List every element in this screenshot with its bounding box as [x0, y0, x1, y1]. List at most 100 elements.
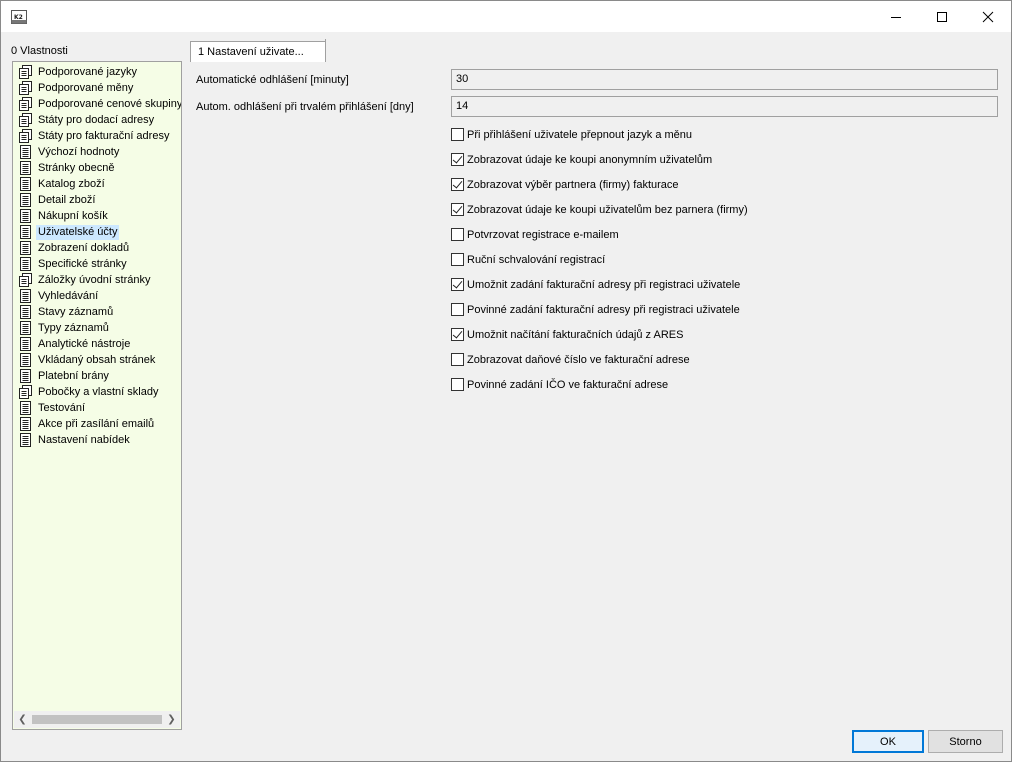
checkbox-unchecked[interactable] — [451, 128, 464, 141]
document-stack-icon — [19, 97, 36, 111]
maximize-icon — [937, 11, 947, 22]
checkbox-row[interactable]: Potvrzovat registrace e-mailem — [451, 227, 619, 242]
tree-item[interactable]: Záložky úvodní stránky — [19, 272, 153, 288]
checkbox-checked[interactable] — [451, 278, 464, 291]
document-icon — [19, 433, 36, 447]
tree-item[interactable]: Typy záznamů — [19, 320, 111, 336]
tree-item[interactable]: Platební brány — [19, 368, 111, 384]
checkbox-row[interactable]: Umožnit zadání fakturační adresy při reg… — [451, 277, 740, 292]
document-icon — [19, 401, 36, 415]
scroll-left-icon[interactable]: ❮ — [14, 711, 31, 728]
tree-item[interactable]: Podporované cenové skupiny — [19, 96, 181, 112]
tree-item-label: Vyhledávání — [38, 289, 99, 302]
k2-app-icon: K2 — [11, 10, 27, 24]
minimize-button[interactable] — [873, 1, 919, 32]
checkbox-row[interactable]: Zobrazovat údaje ke koupi uživatelům bez… — [451, 202, 748, 217]
cancel-button[interactable]: Storno — [928, 730, 1003, 753]
checkbox-unchecked[interactable] — [451, 253, 464, 266]
document-stack-icon — [19, 273, 36, 287]
tab-user-settings[interactable]: 1 Nastavení uživate... — [190, 41, 326, 62]
tree-item[interactable]: Vkládaný obsah stránek — [19, 352, 157, 368]
properties-tree[interactable]: Nastavení nabídek Akce při zasílání email… — [12, 61, 182, 730]
auto-logout-minutes-input[interactable]: 30 — [451, 69, 998, 90]
checkbox-label: Povinné zadání IČO ve fakturační adrese — [467, 378, 669, 391]
tree-item[interactable]: Detail zboží — [19, 192, 97, 208]
tree-item[interactable]: Státy pro fakturační adresy — [19, 128, 171, 144]
document-stack-icon — [19, 385, 36, 399]
properties-panel-label: 0 Vlastnosti — [11, 45, 68, 57]
checkbox-unchecked[interactable] — [451, 303, 464, 316]
tree-item[interactable]: Testování — [19, 400, 87, 416]
tree-item[interactable]: Stavy záznamů — [19, 304, 115, 320]
horizontal-scrollbar[interactable]: ❮ ❯ — [14, 711, 180, 728]
tree-item-label: Výchozí hodnoty — [38, 145, 120, 158]
tree-item-label: Platební brány — [38, 369, 109, 382]
checkbox-label: Potvrzovat registrace e-mailem — [467, 228, 619, 241]
maximize-button[interactable] — [919, 1, 965, 32]
tree-item[interactable]: Uživatelské účty — [19, 224, 120, 240]
checkbox-label: Ruční schvalování registrací — [467, 253, 606, 266]
close-icon — [982, 11, 994, 22]
document-stack-icon — [19, 81, 36, 95]
document-icon — [19, 417, 36, 431]
scrollbar-thumb[interactable] — [32, 715, 162, 724]
close-button[interactable] — [965, 1, 1011, 32]
tree-item[interactable]: Katalog zboží — [19, 176, 107, 192]
checkbox-checked[interactable] — [451, 203, 464, 216]
tree-item[interactable]: Vyhledávání — [19, 288, 100, 304]
tree-item[interactable]: Podporované měny — [19, 80, 135, 96]
tree-item-label: Nastavení nabídek — [38, 433, 130, 446]
svg-text:K2: K2 — [14, 14, 23, 21]
tree-item-label: Vkládaný obsah stránek — [38, 353, 156, 366]
tree-item[interactable]: Specifické stránky — [19, 256, 129, 272]
tree-item-label: Zobrazení dokladů — [38, 241, 130, 254]
document-stack-icon — [19, 113, 36, 127]
checkbox-label: Zobrazovat údaje ke koupi uživatelům bez… — [467, 203, 748, 216]
checkbox-unchecked[interactable] — [451, 353, 464, 366]
auto-logout-days-input[interactable]: 14 — [451, 96, 998, 117]
checkbox-row[interactable]: Zobrazovat údaje ke koupi anonymním uživ… — [451, 152, 712, 167]
checkbox-label: Zobrazovat výběr partnera (firmy) faktur… — [467, 178, 679, 191]
checkbox-row[interactable]: Zobrazovat výběr partnera (firmy) faktur… — [451, 177, 679, 192]
tree-item-label: Stavy záznamů — [38, 305, 114, 318]
checkbox-row[interactable]: Povinné zadání fakturační adresy při reg… — [451, 302, 740, 317]
tree-item[interactable]: Analytické nástroje — [19, 336, 132, 352]
document-icon — [19, 353, 36, 367]
document-stack-icon — [19, 129, 36, 143]
checkbox-checked[interactable] — [451, 328, 464, 341]
tree-item-label: Specifické stránky — [38, 257, 127, 270]
scroll-right-icon[interactable]: ❯ — [163, 711, 180, 728]
tree-item-label: Nákupní košík — [38, 209, 108, 222]
tree-item-label: Státy pro fakturační adresy — [38, 129, 170, 142]
title-bar: K2 — [1, 1, 1011, 32]
tree-item[interactable]: Státy pro dodací adresy — [19, 112, 156, 128]
checkbox-row[interactable]: Při přihlášení uživatele přepnout jazyk … — [451, 127, 692, 142]
checkbox-row[interactable]: Zobrazovat daňové číslo ve fakturační ad… — [451, 352, 690, 367]
document-stack-icon — [19, 65, 36, 79]
tree-item-label: Uživatelské účty — [36, 224, 120, 240]
checkbox-checked[interactable] — [451, 153, 464, 166]
tree-item[interactable]: Podporované jazyky — [19, 64, 139, 80]
checkbox-row[interactable]: Povinné zadání IČO ve fakturační adrese — [451, 377, 668, 392]
dialog-window: K2 0 Vlastnosti Nastavení nabídek Akce př… — [0, 0, 1012, 762]
tree-item[interactable]: Stránky obecně — [19, 160, 116, 176]
tree-item-label: Pobočky a vlastní sklady — [38, 385, 159, 398]
checkbox-label: Povinné zadání fakturační adresy při reg… — [467, 303, 740, 316]
tree-item[interactable]: Výchozí hodnoty — [19, 144, 121, 160]
checkbox-unchecked[interactable] — [451, 378, 464, 391]
tree-item[interactable]: Nastavení nabídek — [19, 432, 132, 448]
tree-item[interactable]: Nákupní košík — [19, 208, 110, 224]
tree-item[interactable]: Pobočky a vlastní sklady — [19, 384, 160, 400]
checkbox-checked[interactable] — [451, 178, 464, 191]
tree-item[interactable]: Akce při zasílání emailů — [19, 416, 156, 432]
tree-item[interactable]: Zobrazení dokladů — [19, 240, 131, 256]
checkbox-row[interactable]: Umožnit načítání fakturačních údajů z AR… — [451, 327, 683, 342]
tree-item-label: Stránky obecně — [38, 161, 115, 174]
document-icon — [19, 305, 36, 319]
tree-item-label: Typy záznamů — [38, 321, 109, 334]
checkbox-label: Zobrazovat údaje ke koupi anonymním uživ… — [467, 153, 713, 166]
document-icon — [19, 193, 36, 207]
checkbox-row[interactable]: Ruční schvalování registrací — [451, 252, 605, 267]
ok-button[interactable]: OK — [852, 730, 924, 753]
checkbox-unchecked[interactable] — [451, 228, 464, 241]
